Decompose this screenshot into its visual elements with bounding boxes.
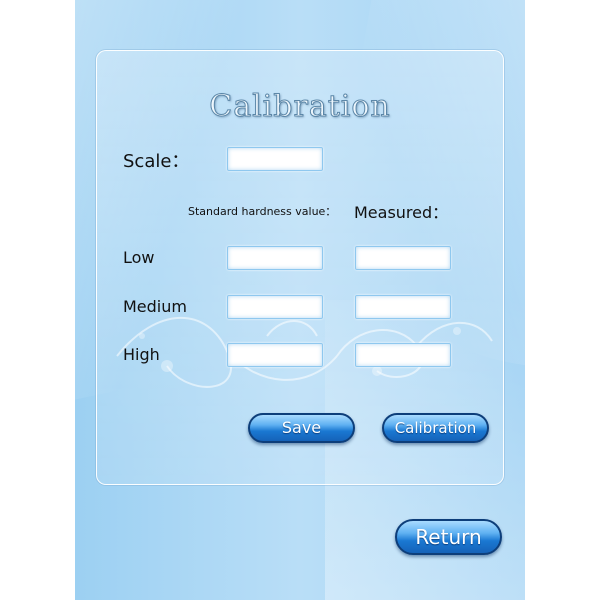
calibration-screen: Calibration Scale： Standard hardness val… (75, 0, 525, 600)
low-standard-input[interactable] (227, 246, 323, 270)
high-measured-input[interactable] (355, 343, 451, 367)
scale-input[interactable] (227, 147, 323, 171)
medium-standard-input[interactable] (227, 295, 323, 319)
measured-column-header: Measured： (354, 203, 449, 222)
scale-label: Scale： (123, 151, 190, 172)
low-label: Low (123, 248, 155, 267)
medium-measured-input[interactable] (355, 295, 451, 319)
return-button[interactable]: Return (395, 519, 502, 555)
standard-hardness-column-header: Standard hardness value： (188, 205, 337, 218)
save-button[interactable]: Save (248, 413, 355, 443)
medium-label: Medium (123, 297, 187, 316)
page-title: Calibration (209, 89, 391, 125)
high-label: High (123, 345, 160, 364)
high-standard-input[interactable] (227, 343, 323, 367)
calibration-panel: Calibration Scale： Standard hardness val… (96, 50, 504, 485)
low-measured-input[interactable] (355, 246, 451, 270)
calibration-button[interactable]: Calibration (382, 413, 489, 443)
